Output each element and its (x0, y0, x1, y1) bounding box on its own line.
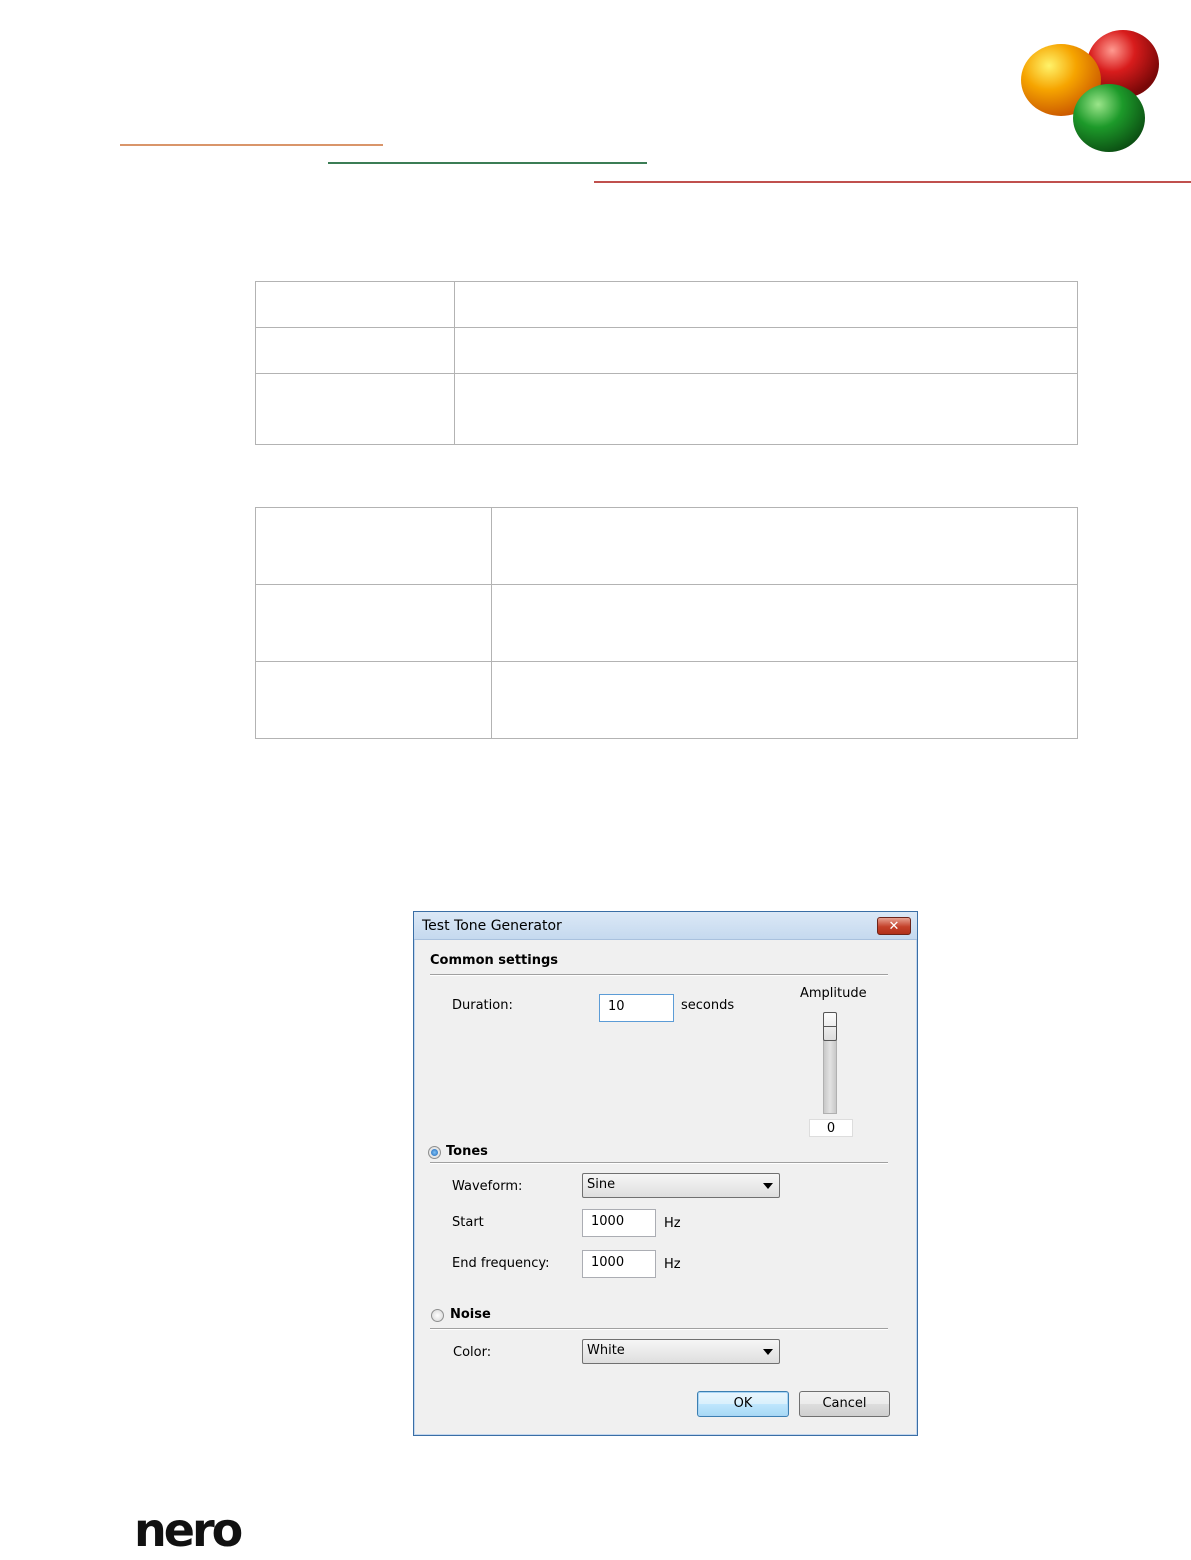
waveform-select[interactable]: Sine (582, 1173, 780, 1198)
table-cell (491, 507, 1078, 585)
table-cell (255, 281, 455, 328)
table-cell (255, 327, 455, 374)
header-line-red (594, 181, 1191, 183)
nero-balls-logo-icon (1021, 30, 1159, 152)
info-table-2 (255, 507, 1078, 739)
start-frequency-input[interactable]: 1000 (582, 1209, 656, 1237)
table-cell (454, 281, 1078, 328)
table-cell (255, 661, 492, 739)
common-settings-heading: Common settings (430, 953, 559, 968)
chevron-down-icon (763, 1349, 773, 1355)
noise-color-label: Color: (453, 1345, 492, 1360)
amplitude-value: 0 (809, 1119, 853, 1137)
noise-color-select[interactable]: White (582, 1339, 780, 1364)
tones-radio[interactable] (428, 1146, 441, 1159)
table-cell (491, 661, 1078, 739)
noise-separator (430, 1328, 888, 1330)
close-icon: ✕ (888, 918, 900, 933)
tones-separator (430, 1162, 888, 1164)
close-button[interactable]: ✕ (877, 917, 911, 935)
header-line-green (328, 162, 647, 164)
chevron-down-icon (763, 1183, 773, 1189)
start-frequency-unit: Hz (664, 1216, 681, 1231)
table-cell (255, 373, 455, 445)
table-cell (454, 373, 1078, 445)
dialog-title: Test Tone Generator (422, 918, 562, 934)
header-line-orange (120, 144, 383, 146)
ok-button[interactable]: OK (697, 1391, 789, 1417)
duration-unit: seconds (681, 998, 735, 1013)
amplitude-label: Amplitude (800, 986, 867, 1001)
table-cell (255, 507, 492, 585)
duration-input[interactable]: 10 (599, 994, 674, 1022)
nero-logo: nero (134, 1503, 243, 1557)
waveform-selected-value: Sine (587, 1177, 616, 1192)
cancel-button[interactable]: Cancel (799, 1391, 890, 1417)
table-cell (454, 327, 1078, 374)
noise-color-selected-value: White (587, 1343, 625, 1358)
amplitude-slider-track[interactable] (823, 1040, 837, 1114)
start-frequency-label: Start (452, 1215, 484, 1230)
noise-heading[interactable]: Noise (450, 1307, 491, 1322)
common-settings-separator (430, 974, 888, 976)
tones-heading[interactable]: Tones (446, 1144, 488, 1159)
table-cell (255, 584, 492, 662)
noise-radio[interactable] (431, 1309, 444, 1322)
end-frequency-label: End frequency: (452, 1256, 550, 1271)
end-frequency-unit: Hz (664, 1257, 681, 1272)
table-cell (491, 584, 1078, 662)
duration-label: Duration: (452, 998, 513, 1013)
amplitude-slider-thumb[interactable] (823, 1012, 837, 1041)
waveform-label: Waveform: (452, 1179, 523, 1194)
end-frequency-input[interactable]: 1000 (582, 1250, 656, 1278)
info-table-1 (255, 281, 1078, 445)
dialog-titlebar[interactable]: Test Tone Generator ✕ (414, 912, 917, 940)
